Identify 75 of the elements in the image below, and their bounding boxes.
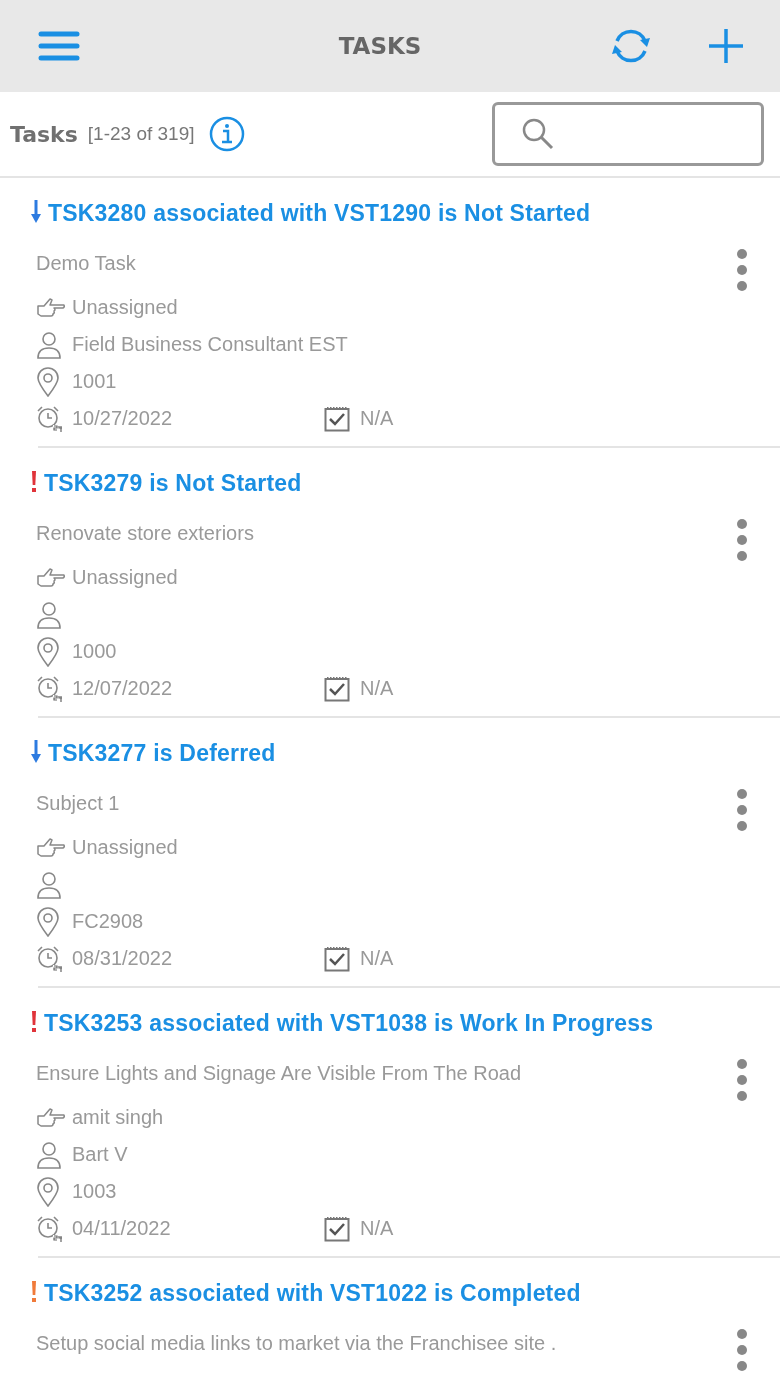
pointing-hand-icon bbox=[36, 566, 66, 589]
more-options-button[interactable] bbox=[736, 1058, 748, 1102]
checklist-icon bbox=[324, 945, 350, 972]
vertical-dots-icon bbox=[736, 518, 748, 562]
more-options-button[interactable] bbox=[736, 248, 748, 292]
down-arrow-icon bbox=[30, 738, 42, 764]
checklist-icon bbox=[324, 1215, 350, 1242]
list-title: Tasks bbox=[10, 121, 78, 147]
location-code: 1001 bbox=[72, 370, 117, 393]
info-icon[interactable] bbox=[208, 116, 245, 152]
refresh-icon bbox=[610, 27, 652, 65]
checklist-status: N/A bbox=[360, 1217, 394, 1240]
task-title[interactable]: TSK3279 is Not Started bbox=[44, 469, 302, 497]
location-pin-icon bbox=[36, 366, 60, 397]
more-options-button[interactable] bbox=[736, 518, 748, 562]
more-options-button[interactable] bbox=[736, 1328, 748, 1372]
menu-icon bbox=[38, 30, 80, 62]
owner-name: Bart V bbox=[72, 1143, 128, 1166]
vertical-dots-icon bbox=[736, 248, 748, 292]
vertical-dots-icon bbox=[736, 1328, 748, 1372]
due-date: 12/07/2022 bbox=[72, 677, 173, 700]
due-date: 04/11/2022 bbox=[72, 1217, 171, 1240]
location-code: FC2908 bbox=[72, 910, 144, 933]
pointing-hand-icon bbox=[36, 836, 66, 859]
location-pin-icon bbox=[36, 906, 60, 937]
plus-icon bbox=[708, 28, 744, 64]
vertical-dots-icon bbox=[736, 1058, 748, 1102]
add-button[interactable] bbox=[708, 28, 744, 64]
exclamation-icon bbox=[30, 468, 38, 494]
task-title[interactable]: TSK3277 is Deferred bbox=[48, 739, 276, 767]
due-date: 10/27/2022 bbox=[72, 407, 173, 430]
task-subject: Renovate store exteriors bbox=[36, 522, 255, 545]
down-arrow-icon bbox=[30, 198, 42, 224]
task-title[interactable]: TSK3252 associated with VST1022 is Completed bbox=[44, 1279, 581, 1307]
task-title[interactable]: TSK3253 associated with VST1038 is Work In Progress bbox=[44, 1009, 654, 1037]
task-subject: Subject 1 bbox=[36, 792, 121, 815]
exclamation-icon bbox=[30, 1008, 38, 1034]
owner-name: Field Business Consultant EST bbox=[72, 333, 348, 356]
person-icon bbox=[36, 1140, 62, 1169]
location-pin-icon bbox=[36, 1176, 60, 1207]
vertical-dots-icon bbox=[736, 788, 748, 832]
alarm-clock-icon bbox=[36, 674, 64, 703]
search-icon bbox=[521, 117, 555, 151]
due-date: 08/31/2022 bbox=[72, 947, 173, 970]
assignee-name: Unassigned bbox=[72, 836, 178, 859]
location-code: 1000 bbox=[72, 640, 117, 663]
checklist-status: N/A bbox=[360, 677, 394, 700]
assignee-name: amit singh bbox=[72, 1106, 164, 1129]
task-subject: Ensure Lights and Signage Are Visible From The Road bbox=[36, 1062, 523, 1085]
location-pin-icon bbox=[36, 636, 60, 667]
alarm-clock-icon bbox=[36, 1214, 64, 1243]
checklist-status: N/A bbox=[360, 947, 394, 970]
exclamation-icon bbox=[30, 1278, 38, 1304]
checklist-icon bbox=[324, 405, 350, 432]
task-subject: Setup social media links to market via the Franchisee site . bbox=[36, 1332, 558, 1355]
task-count: [1-23 of 319] bbox=[87, 123, 195, 145]
assignee-name: Unassigned bbox=[72, 296, 178, 319]
assignee-name: Unassigned bbox=[72, 566, 178, 589]
refresh-button[interactable] bbox=[610, 27, 652, 65]
checklist-icon bbox=[324, 675, 350, 702]
checklist-status: N/A bbox=[360, 407, 394, 430]
task-subject: Demo Task bbox=[36, 252, 137, 275]
search-field[interactable] bbox=[492, 102, 764, 166]
pointing-hand-icon bbox=[36, 1106, 66, 1129]
pointing-hand-icon bbox=[36, 296, 66, 319]
person-icon bbox=[36, 330, 62, 359]
alarm-clock-icon bbox=[36, 944, 64, 973]
menu-button[interactable] bbox=[38, 30, 80, 62]
more-options-button[interactable] bbox=[736, 788, 748, 832]
page-title: TASKS bbox=[337, 33, 423, 59]
task-title[interactable]: TSK3280 associated with VST1290 is Not Started bbox=[48, 199, 591, 227]
person-icon bbox=[36, 600, 62, 629]
location-code: 1003 bbox=[72, 1180, 117, 1203]
alarm-clock-icon bbox=[36, 404, 64, 433]
person-icon bbox=[36, 870, 62, 899]
